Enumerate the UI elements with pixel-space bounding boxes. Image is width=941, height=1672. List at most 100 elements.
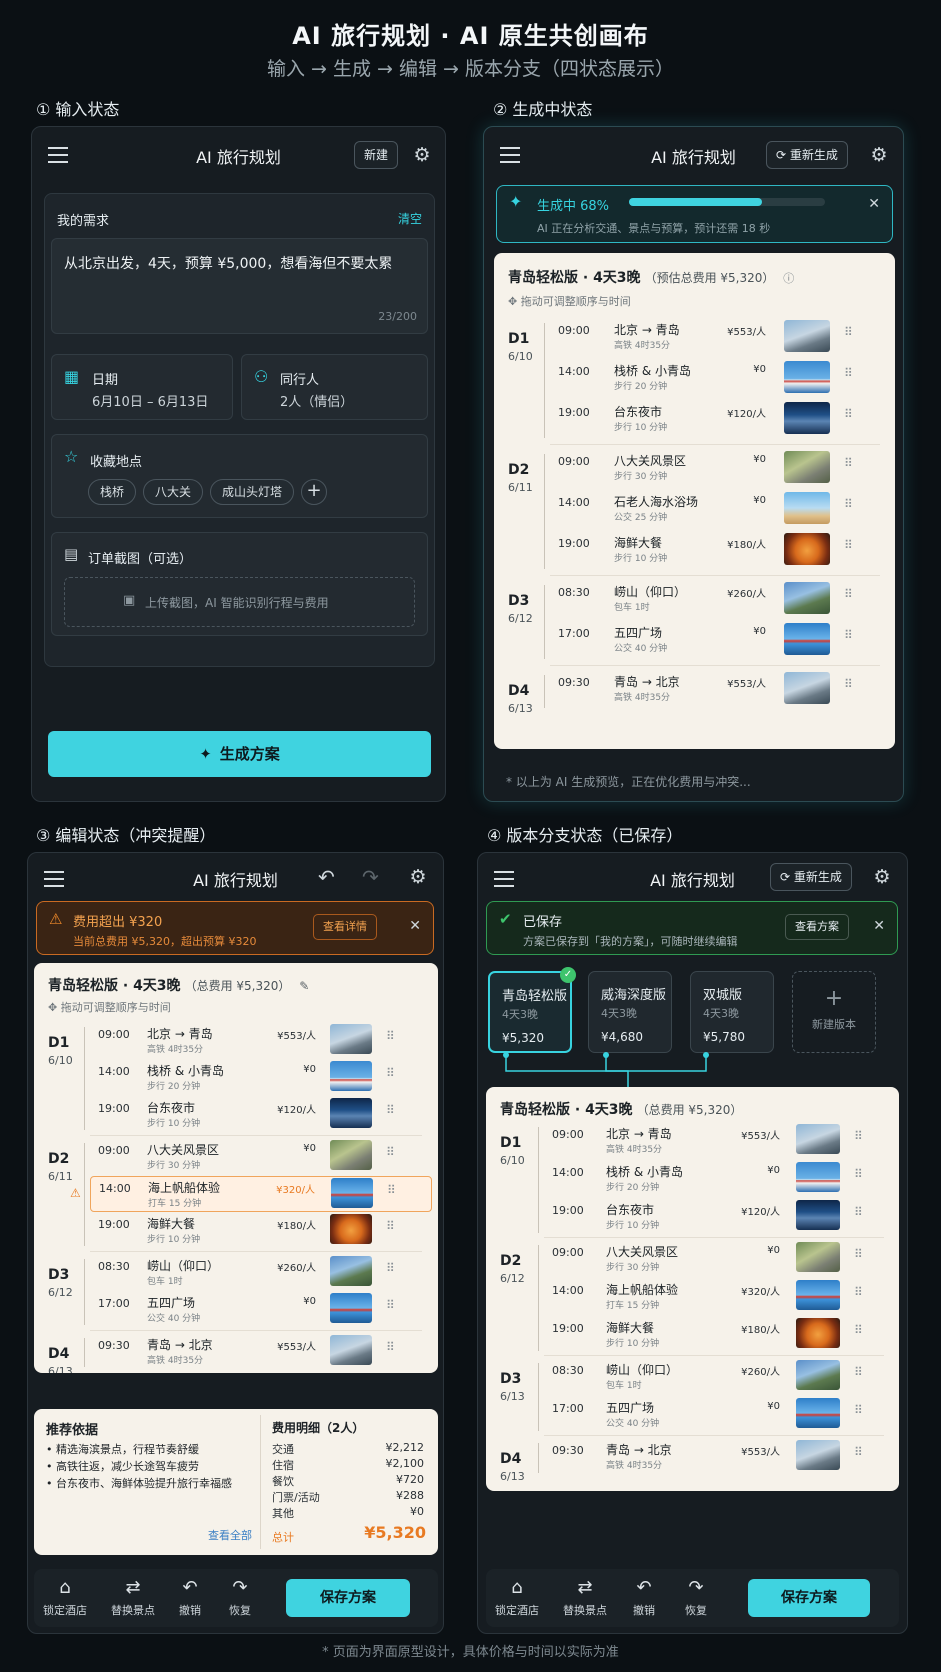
itinerary-row[interactable]: 17:00 五四广场 公交 40 分钟 ¥0 ⠿ — [544, 1397, 894, 1433]
drag-handle-icon[interactable]: ⠿ — [854, 1285, 863, 1299]
drag-handle-icon[interactable]: ⠿ — [844, 407, 853, 421]
drag-handle-icon[interactable]: ⠿ — [844, 587, 853, 601]
save-button[interactable]: 保存方案 — [286, 1579, 410, 1617]
drag-handle-icon[interactable]: ⠿ — [844, 325, 853, 339]
add-favorite-button[interactable]: + — [301, 479, 328, 505]
drag-handle-icon[interactable]: ⠿ — [854, 1247, 863, 1261]
edit-icon[interactable]: ✎ — [299, 979, 309, 993]
itinerary-row[interactable]: 08:30 崂山（仰口） 包车 1时 ¥260/人 ⠿ — [90, 1255, 432, 1291]
day-divider — [550, 575, 880, 576]
upload-dropzone[interactable]: ▣ 上传截图，AI 智能识别行程与费用 — [64, 577, 415, 627]
new-button[interactable]: 新建 — [354, 141, 399, 169]
drag-handle-icon[interactable]: ⠿ — [854, 1167, 863, 1181]
close-icon[interactable]: ✕ — [868, 196, 880, 212]
drag-handle-icon[interactable]: ⠿ — [844, 538, 853, 552]
redo-button[interactable]: ↷ 恢复 — [220, 1577, 260, 1618]
itinerary-row[interactable]: 19:00 台东夜市 步行 10 分钟 ¥120/人 ⠿ — [550, 401, 890, 437]
itinerary-row[interactable]: 19:00 海鲜大餐 步行 10 分钟 ¥180/人 ⠿ — [90, 1213, 432, 1249]
itinerary-row[interactable]: 14:00 海上帆船体验 打车 15 分钟 ¥320/人 ⠿ — [90, 1176, 432, 1212]
undo-icon[interactable]: ↶ — [318, 865, 335, 889]
date-field[interactable]: ▦ 日期 6月10日 – 6月13日 — [51, 354, 233, 420]
close-icon[interactable]: ✕ — [409, 918, 421, 934]
itinerary-row[interactable]: 14:00 栈桥 & 小青岛 步行 20 分钟 ¥0 ⠿ — [90, 1060, 432, 1096]
replace-spot-button[interactable]: ⇄ 替换景点 — [104, 1577, 162, 1618]
drag-handle-icon[interactable]: ⠿ — [854, 1323, 863, 1337]
drag-handle-icon[interactable]: ⠿ — [854, 1205, 863, 1219]
drag-handle-icon[interactable]: ⠿ — [386, 1029, 395, 1043]
itinerary-row[interactable]: 09:30 青岛 → 北京 高铁 4时35分 ¥553/人 ⠿ — [90, 1334, 432, 1370]
drag-handle-icon[interactable]: ⠿ — [844, 677, 853, 691]
warning-icon: ⚠ — [49, 910, 63, 928]
redo-icon[interactable]: ↷ — [362, 865, 379, 889]
clear-button[interactable]: 清空 — [398, 210, 422, 227]
close-icon[interactable]: ✕ — [873, 918, 885, 934]
gear-icon[interactable]: ⚙ — [869, 145, 889, 165]
drag-handle-icon[interactable]: ⠿ — [854, 1365, 863, 1379]
itinerary-row[interactable]: 09:00 北京 → 青岛 高铁 4时35分 ¥553/人 ⠿ — [544, 1123, 894, 1159]
regenerate-button[interactable]: ⟳ 重新生成 — [766, 141, 848, 169]
favorite-chip[interactable]: 八大关 — [143, 479, 204, 505]
drag-handle-icon[interactable]: ⠿ — [386, 1145, 395, 1159]
drag-handle-icon[interactable]: ⠿ — [386, 1066, 395, 1080]
drag-handle-icon[interactable]: ⠿ — [854, 1445, 863, 1459]
view-all-link[interactable]: 查看全部 — [208, 1527, 252, 1543]
version-card-active[interactable]: 青岛轻松版 4天3晚 ¥5,320 ✓ — [488, 967, 576, 1053]
info-icon[interactable]: ⓘ — [783, 272, 794, 285]
regenerate-button[interactable]: ⟳ 重新生成 — [770, 863, 852, 891]
gear-icon[interactable]: ⚙ — [412, 145, 432, 165]
drag-handle-icon[interactable]: ⠿ — [386, 1261, 395, 1275]
item-name: 北京 → 青岛 — [606, 1127, 672, 1141]
drag-handle-icon[interactable]: ⠿ — [386, 1103, 395, 1117]
generate-button[interactable]: ✦ 生成方案 — [48, 731, 431, 777]
redo-button[interactable]: ↷ 恢复 — [676, 1577, 716, 1618]
itinerary-row[interactable]: 17:00 五四广场 公交 40 分钟 ¥0 ⠿ — [90, 1292, 432, 1328]
drag-handle-icon[interactable]: ⠿ — [386, 1219, 395, 1233]
itinerary-row[interactable]: 19:00 台东夜市 步行 10 分钟 ¥120/人 ⠿ — [90, 1097, 432, 1133]
itinerary-row[interactable]: 08:30 崂山（仰口） 包车 1时 ¥260/人 ⠿ — [550, 581, 890, 617]
view-details-button[interactable]: 查看详情 — [313, 914, 377, 940]
drag-handle-icon[interactable]: ⠿ — [854, 1129, 863, 1143]
itinerary-row[interactable]: 14:00 海上帆船体验 打车 15 分钟 ¥320/人 ⠿ — [544, 1279, 894, 1315]
request-input[interactable]: 从北京出发，4天，预算 ¥5,000，想看海但不要太累 23/200 — [51, 238, 428, 334]
companions-field[interactable]: ⚇ 同行人 2人（情侣） — [241, 354, 428, 420]
undo-button[interactable]: ↶ 撤销 — [170, 1577, 210, 1618]
gear-icon[interactable]: ⚙ — [408, 867, 428, 887]
itinerary-row[interactable]: 09:00 八大关风景区 步行 30 分钟 ¥0 ⠿ — [550, 450, 890, 486]
undo-button[interactable]: ↶ 撤销 — [624, 1577, 664, 1618]
itinerary-row[interactable]: 14:00 栈桥 & 小青岛 步行 20 分钟 ¥0 ⠿ — [544, 1161, 894, 1197]
drag-handle-icon[interactable]: ⠿ — [387, 1183, 396, 1197]
itinerary-row[interactable]: 19:00 台东夜市 步行 10 分钟 ¥120/人 ⠿ — [544, 1199, 894, 1235]
itinerary-row[interactable]: 09:30 青岛 → 北京 高铁 4时35分 ¥553/人 ⠿ — [550, 671, 890, 707]
favorite-chip[interactable]: 成山头灯塔 — [210, 479, 295, 505]
drag-handle-icon[interactable]: ⠿ — [854, 1403, 863, 1417]
replace-spot-button[interactable]: ⇄ 替换景点 — [556, 1577, 614, 1618]
itinerary-row[interactable]: 14:00 石老人海水浴场 公交 25 分钟 ¥0 ⠿ — [550, 491, 890, 527]
itinerary-row[interactable]: 08:30 崂山（仰口） 包车 1时 ¥260/人 ⠿ — [544, 1359, 894, 1395]
item-name: 海鲜大餐 — [147, 1217, 196, 1231]
save-button[interactable]: 保存方案 — [748, 1579, 870, 1617]
itinerary-row[interactable]: 09:00 北京 → 青岛 高铁 4时35分 ¥553/人 ⠿ — [90, 1023, 432, 1059]
lock-hotel-button[interactable]: ⌂ 锁定酒店 — [40, 1577, 90, 1618]
itinerary-row[interactable]: 19:00 海鲜大餐 步行 10 分钟 ¥180/人 ⠿ — [544, 1317, 894, 1353]
itinerary-row[interactable]: 09:00 八大关风景区 步行 30 分钟 ¥0 ⠿ — [90, 1139, 432, 1175]
version-card[interactable]: 威海深度版 4天3晚 ¥4,680 — [588, 971, 672, 1053]
drag-handle-icon[interactable]: ⠿ — [386, 1340, 395, 1354]
view-plan-button[interactable]: 查看方案 — [785, 914, 849, 940]
place-photo — [784, 320, 830, 352]
drag-handle-icon[interactable]: ⠿ — [386, 1298, 395, 1312]
lock-hotel-button[interactable]: ⌂ 锁定酒店 — [492, 1577, 542, 1618]
version-card[interactable]: 双城版 4天3晚 ¥5,780 — [690, 971, 774, 1053]
drag-handle-icon[interactable]: ⠿ — [844, 628, 853, 642]
itinerary-row[interactable]: 09:30 青岛 → 北京 高铁 4时35分 ¥553/人 ⠿ — [544, 1439, 894, 1475]
itinerary-row[interactable]: 09:00 八大关风景区 步行 30 分钟 ¥0 ⠿ — [544, 1241, 894, 1277]
itinerary-row[interactable]: 09:00 北京 → 青岛 高铁 4时35分 ¥553/人 ⠿ — [550, 319, 890, 355]
gear-icon[interactable]: ⚙ — [872, 867, 892, 887]
itinerary-row[interactable]: 19:00 海鲜大餐 步行 10 分钟 ¥180/人 ⠿ — [550, 532, 890, 568]
favorite-chip[interactable]: 栈桥 — [88, 479, 137, 505]
itinerary-row[interactable]: 14:00 栈桥 & 小青岛 步行 20 分钟 ¥0 ⠿ — [550, 360, 890, 396]
itinerary-row[interactable]: 17:00 五四广场 公交 40 分钟 ¥0 ⠿ — [550, 622, 890, 658]
drag-handle-icon[interactable]: ⠿ — [844, 497, 853, 511]
new-version-button[interactable]: + 新建版本 — [792, 971, 876, 1053]
drag-handle-icon[interactable]: ⠿ — [844, 366, 853, 380]
drag-handle-icon[interactable]: ⠿ — [844, 456, 853, 470]
